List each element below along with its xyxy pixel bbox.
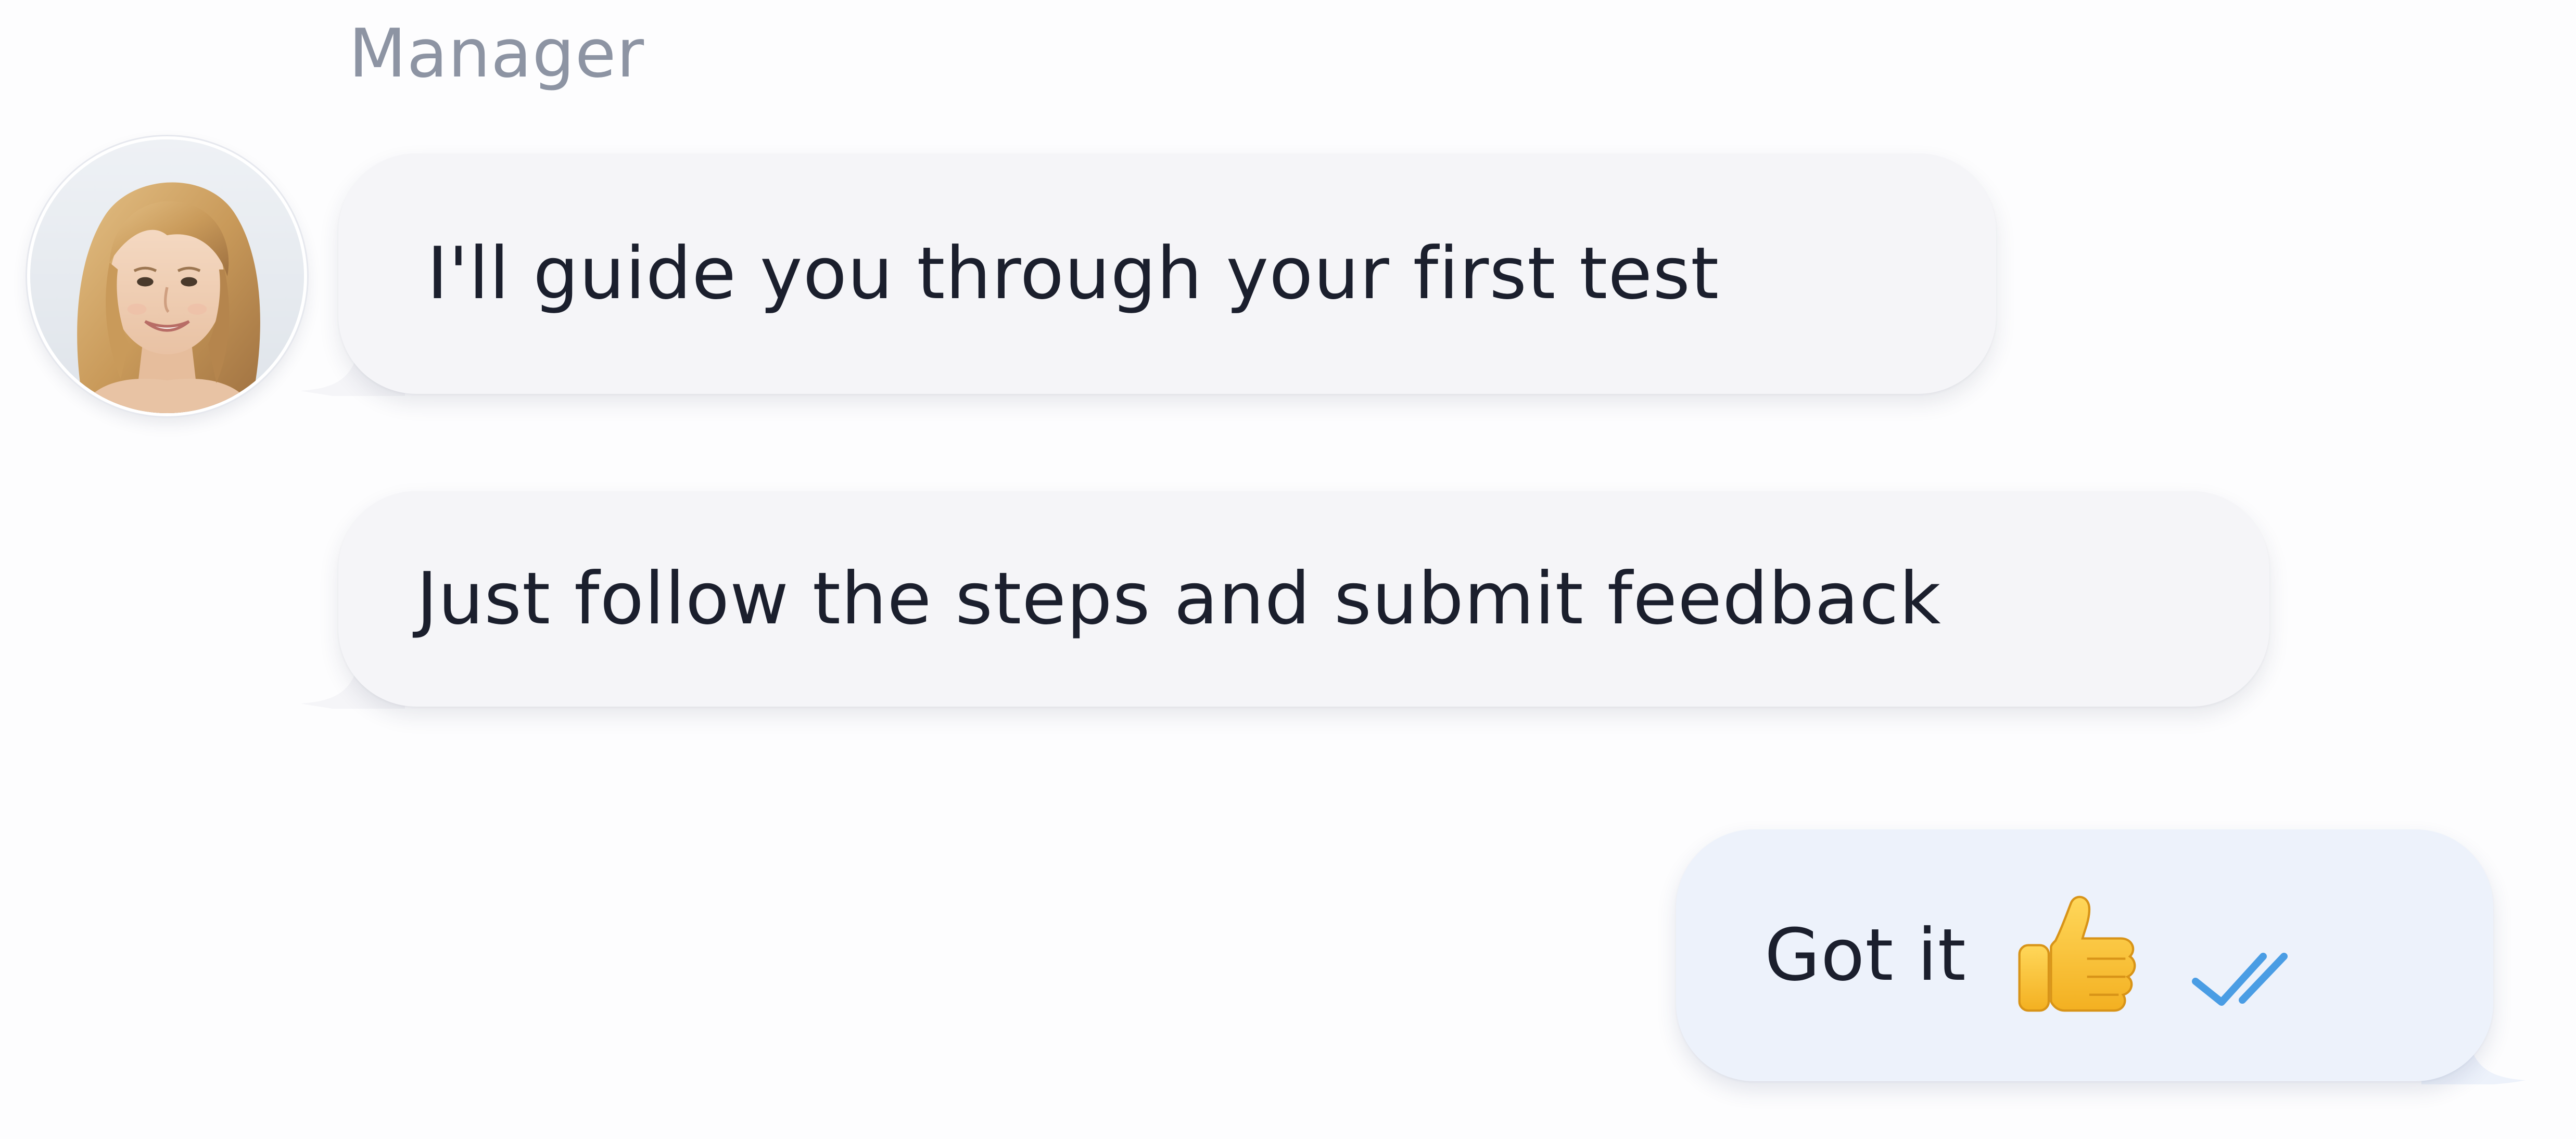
avatar-image bbox=[30, 139, 304, 413]
sender-name: Manager bbox=[349, 15, 645, 93]
message-bubble-incoming[interactable]: Just follow the steps and submit feedbac… bbox=[301, 491, 2269, 709]
thumbs-up-icon bbox=[2018, 895, 2136, 1012]
message-text: Got it bbox=[1765, 913, 1966, 997]
message-bubble-outgoing[interactable]: Got it bbox=[1676, 829, 2526, 1084]
avatar[interactable] bbox=[27, 136, 307, 416]
message-text: Just follow the steps and submit feedbac… bbox=[416, 557, 1941, 641]
message-bubble-incoming[interactable]: I'll guide you through your first test bbox=[301, 153, 1996, 396]
double-check-icon bbox=[2191, 953, 2288, 1006]
message-text: I'll guide you through your first test bbox=[427, 232, 1720, 315]
